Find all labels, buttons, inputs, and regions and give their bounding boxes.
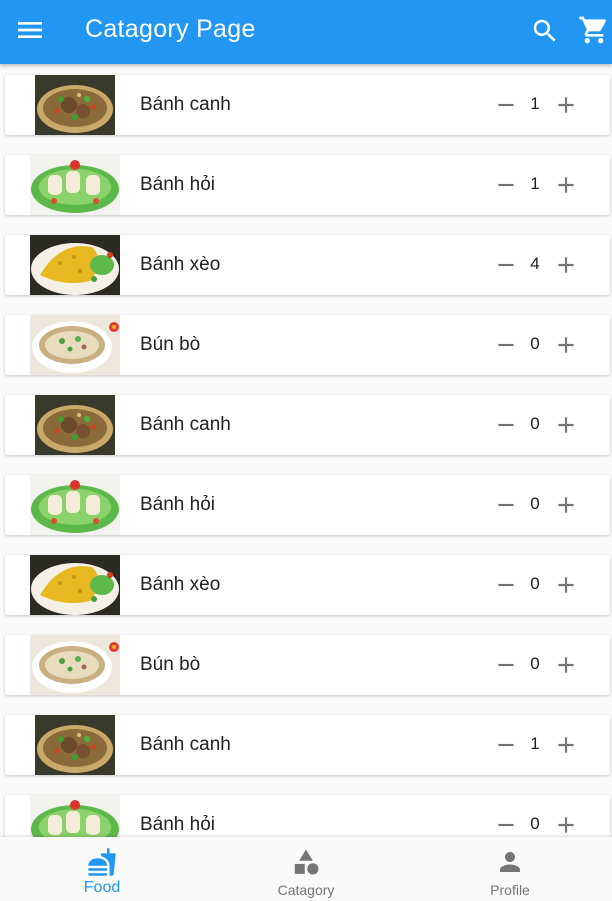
add-icon[interactable] [553, 650, 579, 680]
quantity-value: 0 [530, 814, 540, 833]
add-icon[interactable] [553, 90, 579, 120]
list-item[interactable]: Bánh canh 0 [5, 395, 610, 455]
food-image [30, 155, 120, 215]
food-image [30, 795, 120, 837]
remove-icon[interactable] [493, 810, 519, 837]
app-bar: Catagory Page [0, 0, 612, 64]
add-icon[interactable] [553, 170, 579, 200]
quantity-value: 1 [530, 174, 540, 193]
food-name: Bánh hỏi [140, 494, 216, 515]
category-icon [294, 849, 319, 875]
page-title: Catagory Page [85, 15, 256, 43]
food-image [30, 635, 120, 695]
food-name: Bánh canh [140, 94, 231, 115]
remove-icon[interactable] [493, 250, 519, 280]
remove-icon[interactable] [493, 330, 519, 360]
food-image [30, 235, 120, 295]
add-icon[interactable] [553, 730, 579, 760]
add-icon[interactable] [553, 570, 579, 600]
add-icon[interactable] [553, 250, 579, 280]
food-list: Bánh canh 1 Bánh hỏi 1 Bánh xèo 4 Bún bò 0 Bánh … [0, 64, 612, 837]
food-image [30, 315, 120, 375]
quantity-value: 1 [530, 94, 540, 113]
remove-icon[interactable] [493, 570, 519, 600]
list-item[interactable]: Bánh canh 1 [5, 715, 610, 775]
list-item[interactable]: Bánh hỏi 0 [5, 795, 610, 837]
bottom-navigation: Food Catagory Profile [0, 837, 612, 901]
nav-label-catagory: Catagory [277, 882, 335, 898]
food-image [30, 555, 120, 615]
quantity-value: 4 [530, 254, 540, 273]
nav-item-catagory[interactable]: Catagory [204, 837, 408, 901]
food-name: Bánh xèo [140, 574, 221, 595]
list-item[interactable]: Bánh canh 1 [5, 75, 610, 135]
quantity-value: 0 [530, 574, 540, 593]
list-item[interactable]: Bún bò 0 [5, 635, 610, 695]
remove-icon[interactable] [493, 650, 519, 680]
list-item[interactable]: Bún bò 0 [5, 315, 610, 375]
food-image [35, 715, 115, 775]
add-icon[interactable] [553, 810, 579, 837]
food-image [30, 475, 120, 535]
food-name: Bún bò [140, 334, 201, 355]
nav-item-profile[interactable]: Profile [408, 837, 612, 901]
list-item[interactable]: Bánh hỏi 1 [5, 155, 610, 215]
person-icon [500, 852, 520, 872]
list-item[interactable]: Bánh xèo 0 [5, 555, 610, 615]
food-name: Bánh hỏi [140, 814, 216, 835]
remove-icon[interactable] [493, 490, 519, 520]
add-icon[interactable] [553, 410, 579, 440]
nav-label-profile: Profile [490, 882, 530, 898]
quantity-value: 0 [530, 654, 540, 673]
menu-icon[interactable] [14, 14, 46, 46]
nav-item-food[interactable]: Food [0, 837, 204, 901]
food-name: Bún bò [140, 654, 201, 675]
quantity-value: 0 [530, 414, 540, 433]
remove-icon[interactable] [493, 170, 519, 200]
cart-icon[interactable] [578, 14, 610, 46]
list-item[interactable]: Bánh xèo 4 [5, 235, 610, 295]
quantity-value: 1 [530, 734, 540, 753]
remove-icon[interactable] [493, 730, 519, 760]
add-icon[interactable] [553, 330, 579, 360]
quantity-value: 0 [530, 494, 540, 513]
food-name: Bánh canh [140, 414, 231, 435]
quantity-value: 0 [530, 334, 540, 353]
food-name: Bánh hỏi [140, 174, 216, 195]
search-icon[interactable] [530, 16, 560, 46]
food-name: Bánh xèo [140, 254, 221, 275]
food-image [35, 395, 115, 455]
nav-label-food: Food [83, 879, 121, 896]
remove-icon[interactable] [493, 410, 519, 440]
food-image [35, 75, 115, 135]
add-icon[interactable] [553, 490, 579, 520]
list-item[interactable]: Bánh hỏi 0 [5, 475, 610, 535]
remove-icon[interactable] [493, 90, 519, 120]
food-name: Bánh canh [140, 734, 231, 755]
fastfood-icon [88, 848, 116, 876]
